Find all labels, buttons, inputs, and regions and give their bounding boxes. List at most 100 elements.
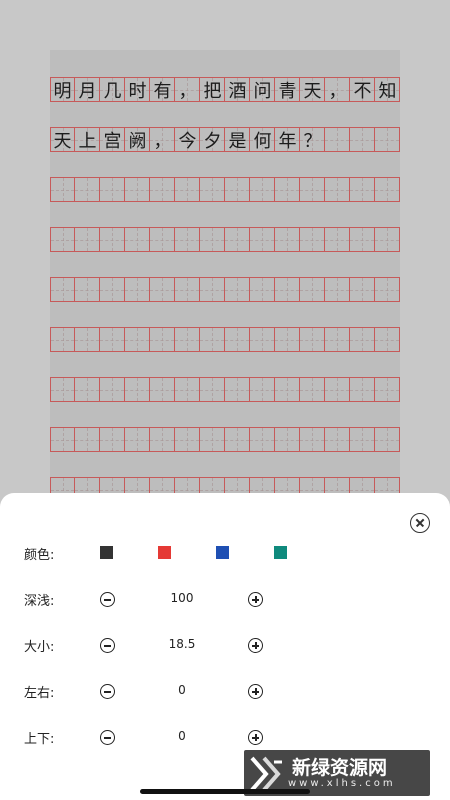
size-increase-button[interactable] — [248, 638, 263, 653]
glyph: ， — [153, 130, 172, 152]
glyph: 知 — [378, 80, 397, 102]
color-swatch-blue[interactable] — [216, 546, 229, 559]
grid-cell — [225, 178, 250, 201]
glyph: 天 — [303, 80, 322, 102]
grid-cell — [375, 278, 400, 301]
grid-cell — [125, 328, 150, 351]
left-right-increase-button[interactable] — [248, 684, 263, 699]
grid-cell — [125, 278, 150, 301]
grid-cell — [50, 378, 75, 401]
grid-cell — [375, 378, 400, 401]
text-line-1: 明月几时有 ， 把酒问青天 ， 不知 — [50, 77, 400, 102]
grid-cell — [350, 228, 375, 251]
glyph: 天 — [53, 130, 72, 152]
up-down-value: 0 — [178, 729, 186, 743]
glyph: 明 — [53, 80, 72, 102]
grid-cell — [250, 378, 275, 401]
grid-cell — [175, 378, 200, 401]
grid-cell — [225, 278, 250, 301]
watermark-text: 新绿资源网 — [292, 756, 388, 779]
size-decrease-button[interactable] — [100, 638, 115, 653]
grid-cell — [100, 228, 125, 251]
home-indicator[interactable] — [140, 789, 310, 794]
grid-row — [50, 377, 400, 402]
size-label: 大小: — [24, 640, 55, 655]
grid-cell — [100, 178, 125, 201]
grid-cell — [100, 328, 125, 351]
size-row: 大小: 18.5 — [0, 633, 450, 657]
grid-cell — [275, 278, 300, 301]
grid-cell — [250, 428, 275, 451]
glyph: 夕 — [203, 130, 222, 152]
color-swatch-teal[interactable] — [274, 546, 287, 559]
color-label: 颜色: — [24, 548, 55, 563]
depth-decrease-button[interactable] — [100, 592, 115, 607]
grid-cell — [350, 328, 375, 351]
glyph: 宫 — [103, 130, 122, 152]
grid-cell — [150, 428, 175, 451]
grid-cell — [325, 328, 350, 351]
glyph: 几 — [103, 80, 122, 102]
glyph: 问 — [253, 80, 272, 102]
grid-cell — [125, 178, 150, 201]
color-row: 颜色: — [0, 541, 450, 565]
grid-cell — [275, 378, 300, 401]
glyph: 把 — [203, 80, 222, 102]
grid-row — [50, 427, 400, 452]
grid-cell — [275, 228, 300, 251]
grid-cell — [50, 278, 75, 301]
up-down-label: 上下: — [24, 732, 55, 747]
grid-cell — [100, 378, 125, 401]
up-down-increase-button[interactable] — [248, 730, 263, 745]
grid-cell — [300, 428, 325, 451]
grid-cell — [50, 428, 75, 451]
grid-cell — [300, 278, 325, 301]
grid-cell — [150, 178, 175, 201]
grid-cell — [200, 228, 225, 251]
glyph: ， — [328, 80, 347, 102]
grid-cell — [75, 378, 100, 401]
left-right-decrease-button[interactable] — [100, 684, 115, 699]
color-swatch-red[interactable] — [158, 546, 171, 559]
grid-cell — [200, 278, 225, 301]
grid-cell — [225, 378, 250, 401]
glyph: 时 — [128, 80, 147, 102]
glyph: 有 — [153, 80, 172, 102]
depth-increase-button[interactable] — [248, 592, 263, 607]
grid-row — [50, 177, 400, 202]
grid-cell — [175, 428, 200, 451]
glyph: 酒 — [228, 80, 247, 102]
grid-cell — [250, 228, 275, 251]
depth-value: 100 — [170, 591, 194, 605]
grid-cell — [50, 178, 75, 201]
glyph: 何 — [253, 130, 272, 152]
grid-cell — [200, 378, 225, 401]
grid-row — [50, 327, 400, 352]
grid-cell — [75, 428, 100, 451]
glyph: 上 — [78, 130, 97, 152]
grid-cell — [375, 428, 400, 451]
text-line-2: 天上宫阙 ， 今夕是何年 ？ — [50, 127, 400, 152]
glyph: 不 — [353, 80, 372, 102]
grid-cell — [150, 278, 175, 301]
writing-paper: 明月几时有 ， 把酒问青天 ， 不知 天上宫阙 ， 今夕是何年 ？ — [50, 50, 400, 500]
grid-cell — [200, 328, 225, 351]
grid-cell — [200, 428, 225, 451]
grid-cell — [250, 278, 275, 301]
up-down-decrease-button[interactable] — [100, 730, 115, 745]
grid-cell — [325, 278, 350, 301]
grid-cell — [250, 328, 275, 351]
up-down-row: 上下: 0 — [0, 725, 450, 749]
grid-cell — [175, 178, 200, 201]
grid-cell — [200, 178, 225, 201]
close-icon[interactable] — [410, 513, 430, 533]
grid-cell — [325, 228, 350, 251]
glyph: 是 — [228, 130, 247, 152]
grid-cell — [325, 378, 350, 401]
grid-cell — [275, 178, 300, 201]
grid-cell — [350, 428, 375, 451]
grid-cell — [125, 378, 150, 401]
grid-cell — [300, 178, 325, 201]
color-swatch-black[interactable] — [100, 546, 113, 559]
grid-cell — [300, 328, 325, 351]
